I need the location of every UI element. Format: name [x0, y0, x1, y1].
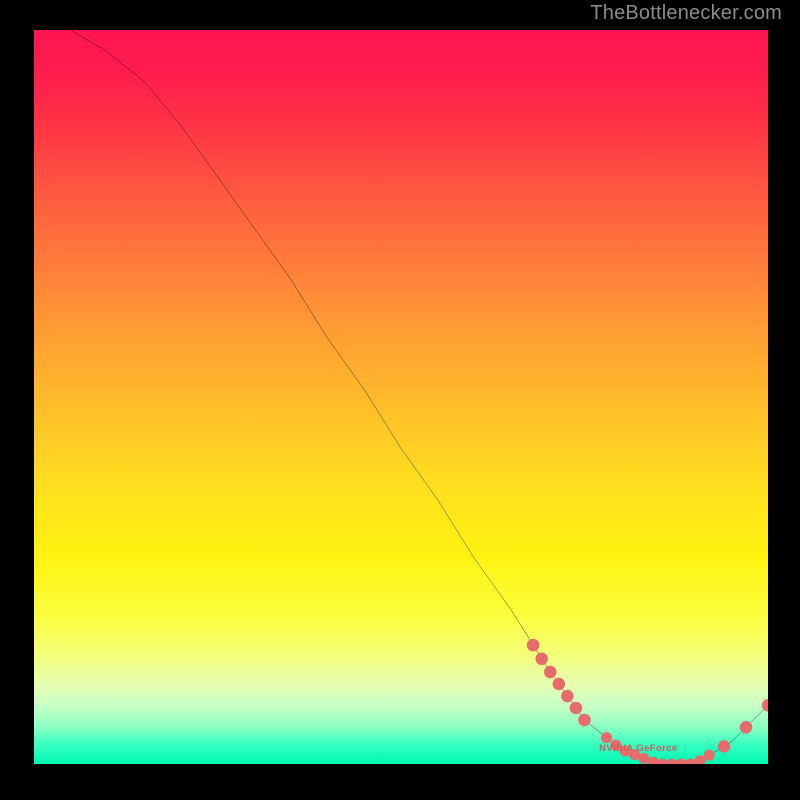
- marker-dot: [666, 758, 677, 764]
- marker-dot: [657, 758, 668, 764]
- chart-frame: TheBottlenecker.com NVIDIA GeForce: [0, 0, 800, 800]
- marker-dot: [704, 750, 715, 761]
- plot-area: NVIDIA GeForce: [34, 30, 768, 764]
- marker-dot: [676, 758, 687, 764]
- chart-overlay: NVIDIA GeForce: [34, 30, 768, 764]
- marker-dot: [544, 666, 556, 678]
- marker-dot: [601, 732, 612, 743]
- marker-dot: [718, 740, 730, 752]
- marker-dot: [570, 702, 582, 714]
- trough-label: NVIDIA GeForce: [599, 743, 677, 754]
- marker-dot: [762, 699, 768, 711]
- marker-dot: [685, 758, 696, 764]
- marker-dot: [527, 639, 539, 651]
- marker-dot: [553, 678, 565, 690]
- marker-dot: [535, 653, 547, 665]
- marker-dot: [740, 721, 752, 733]
- marker-dot: [561, 690, 573, 702]
- marker-dot: [694, 755, 705, 764]
- attribution-text: TheBottlenecker.com: [590, 2, 782, 25]
- curve-path: [71, 30, 768, 764]
- marker-dot: [578, 714, 590, 726]
- marker-dot: [648, 757, 659, 764]
